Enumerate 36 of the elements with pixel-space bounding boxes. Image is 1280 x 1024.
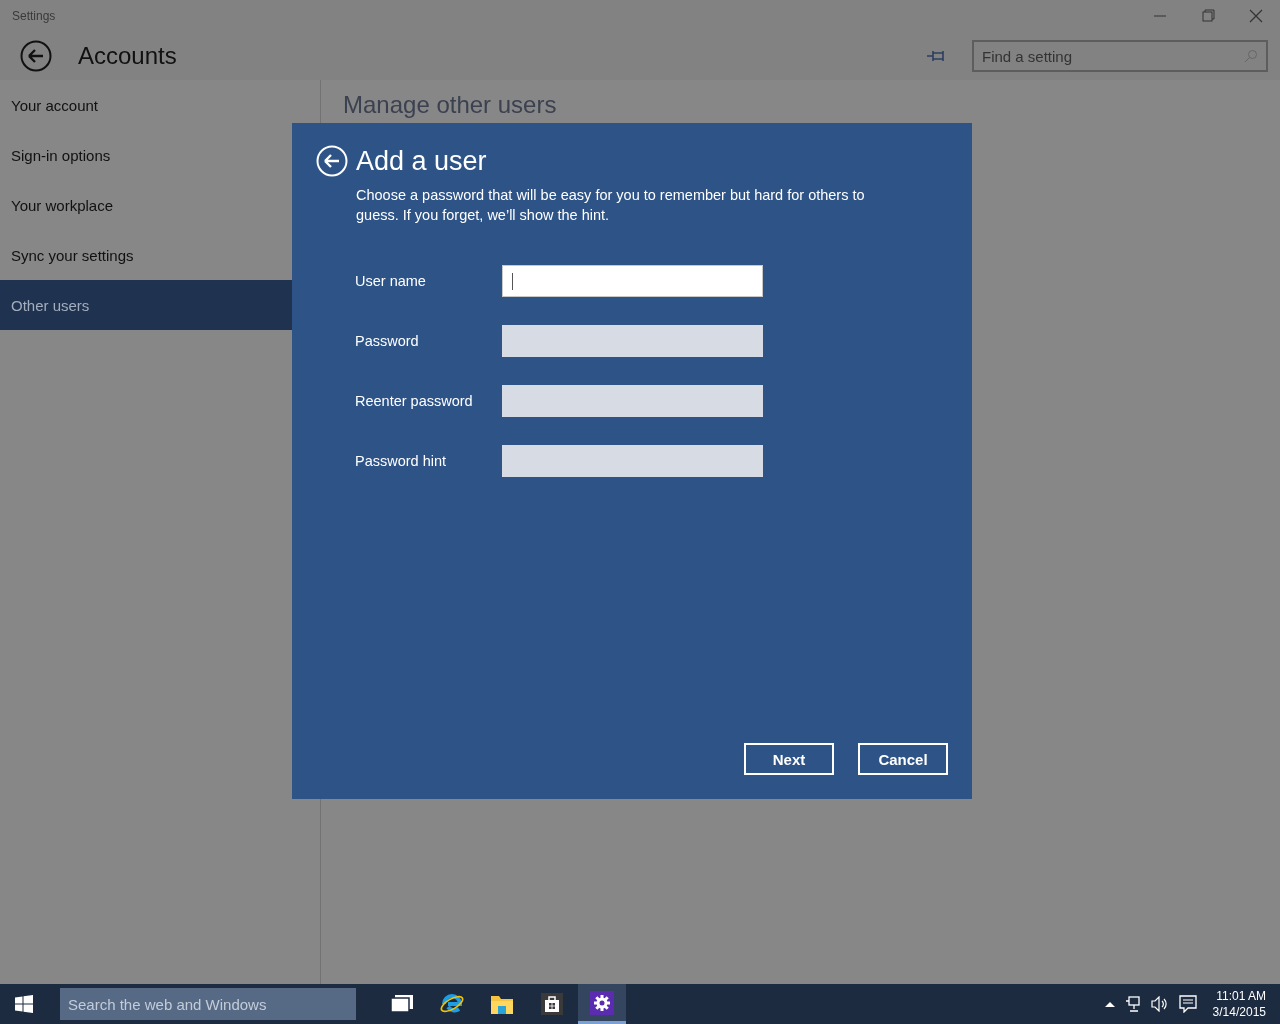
search-icon [1244,49,1258,63]
speaker-icon[interactable] [1150,996,1169,1012]
dialog-title: Add a user [356,145,487,177]
page-title: Accounts [78,42,177,70]
input-field[interactable] [502,385,763,417]
chevron-up-icon[interactable] [1104,1001,1115,1007]
sidebar-item[interactable]: Your workplace [0,180,292,230]
windows-stack-icon[interactable] [390,994,414,1014]
section-heading: Manage other users [343,90,557,120]
dialog-description: Choose a password that will be easy for you to remember but hard for others to guess. If you forget, we’ll show the hint. [356,186,866,225]
window-title: Settings [12,9,56,23]
field-label: User name [355,273,427,289]
search-field[interactable]: Find a setting [972,40,1268,72]
field-label: Reenter password [355,393,474,409]
message-icon[interactable] [1178,995,1197,1013]
input-field[interactable] [502,445,763,477]
sidebar-item[interactable]: Sign-in options [0,130,292,180]
input-field[interactable] [502,265,763,297]
windows-logo-icon[interactable] [15,995,33,1013]
taskbar-app[interactable] [578,984,626,1024]
field-label: Password hint [355,453,448,469]
clock-time[interactable]: 11:01 AM [1216,988,1266,1004]
sidebar-item[interactable]: Other users [0,280,292,330]
gear-icon[interactable] [590,990,614,1015]
network-icon[interactable] [1124,996,1141,1012]
back-icon[interactable] [20,40,52,72]
taskbar-search-field[interactable]: Search the web and Windows [60,988,356,1020]
field-label: Password [355,333,420,349]
input-field[interactable] [502,325,763,357]
clock-date[interactable]: 3/14/2015 [1212,1004,1266,1020]
dialog-button[interactable]: Next [744,743,834,775]
shopping-bag-icon[interactable] [540,992,564,1016]
sidebar-item[interactable]: Your account [0,80,292,130]
sidebar-item[interactable]: Sync your settings [0,230,292,280]
folder-icon[interactable] [490,993,514,1015]
dialog-button[interactable]: Cancel [858,743,948,775]
